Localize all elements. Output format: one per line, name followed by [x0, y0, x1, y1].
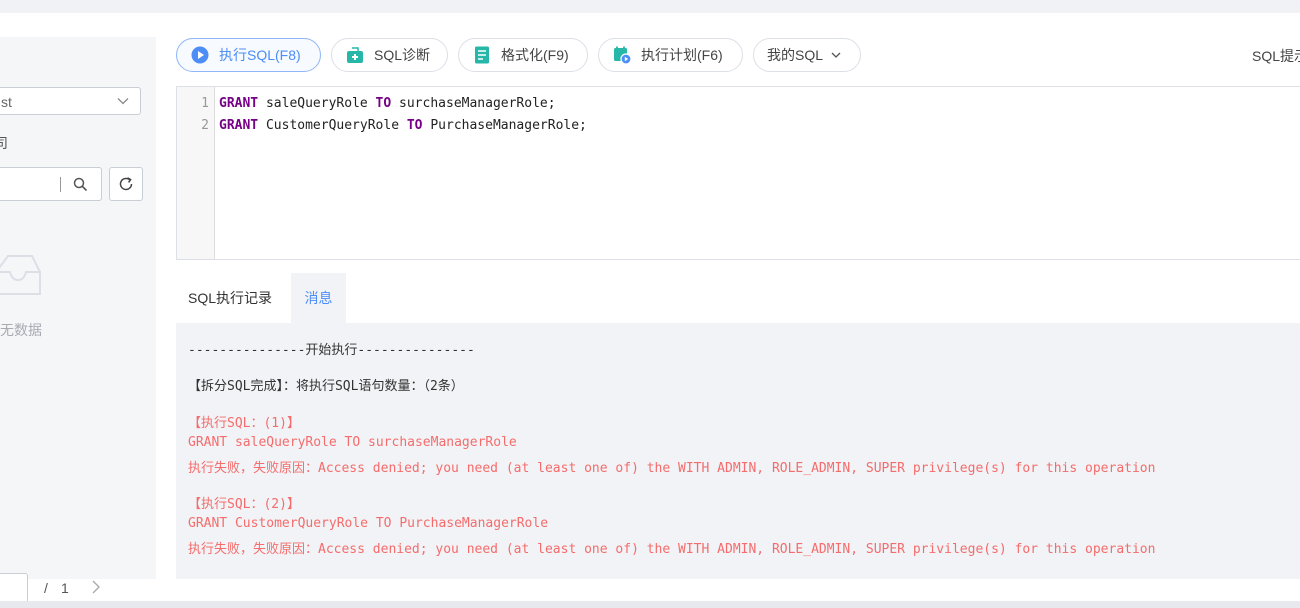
left-sidebar: st 司 无数据 / 1 — [0, 37, 156, 603]
message-sql-text: GRANT saleQueryRole TO surchaseManagerRo… — [188, 435, 517, 450]
play-circle-icon — [190, 45, 210, 65]
message-sql-header: 【执行SQL：(2)】 — [188, 497, 300, 512]
message-split-summary: 【拆分SQL完成】：将执行SQL语句数量：（2条） — [188, 379, 464, 394]
chevron-right-icon[interactable] — [90, 579, 102, 600]
line-number-gutter: 1 2 — [177, 87, 215, 259]
empty-inbox-icon — [0, 250, 44, 305]
code-line[interactable]: GRANT CustomerQueryRole TO PurchaseManag… — [219, 118, 587, 133]
run-sql-label: 执行SQL(F8) — [219, 47, 301, 63]
my-sql-label: 我的SQL — [767, 47, 824, 63]
chevron-down-icon — [116, 94, 130, 113]
medical-kit-icon — [345, 45, 365, 65]
document-icon — [472, 45, 492, 65]
run-sql-button[interactable]: 执行SQL(F8) — [176, 38, 321, 72]
refresh-icon — [119, 177, 133, 191]
sql-diagnose-button[interactable]: SQL诊断 — [331, 38, 448, 72]
format-button[interactable]: 格式化(F9) — [458, 38, 588, 72]
message-start: ---------------开始执行--------------- — [188, 343, 475, 358]
chevron-down-icon — [830, 49, 842, 61]
search-divider — [60, 177, 61, 192]
tab-sql-history[interactable]: SQL执行记录 — [176, 273, 284, 323]
message-output: ---------------开始执行--------------- 【拆分SQ… — [176, 323, 1300, 579]
format-label: 格式化(F9) — [501, 47, 569, 63]
database-select-value: st — [1, 94, 12, 110]
database-select[interactable]: st — [0, 87, 141, 115]
message-error: 执行失败，失败原因：Access denied; you need (at le… — [188, 542, 1156, 557]
code-line[interactable]: GRANT saleQueryRole TO surchaseManagerRo… — [219, 96, 556, 111]
sql-diagnose-label: SQL诊断 — [374, 47, 431, 63]
empty-state-text: 无数据 — [0, 322, 42, 338]
sql-identifier: CustomerQueryRole — [258, 118, 407, 133]
sql-keyword: GRANT — [219, 96, 259, 111]
my-sql-dropdown[interactable]: 我的SQL — [753, 38, 861, 72]
sql-keyword: TO — [406, 118, 423, 133]
sql-hint-toggle[interactable]: SQL提示 — [1252, 46, 1300, 66]
search-icon[interactable] — [73, 177, 88, 197]
tab-messages[interactable]: 消息 — [291, 273, 346, 323]
line-number: 2 — [201, 118, 209, 133]
pagination-slash: / — [44, 580, 48, 596]
refresh-button[interactable] — [109, 167, 143, 201]
calendar-play-icon — [612, 45, 632, 65]
sql-identifier: saleQueryRole — [258, 96, 376, 111]
execution-plan-label: 执行计划(F6) — [641, 47, 723, 63]
message-sql-header: 【执行SQL：(1)】 — [188, 416, 300, 431]
table-search-box[interactable] — [0, 167, 102, 201]
message-error: 执行失败，失败原因：Access denied; you need (at le… — [188, 461, 1156, 476]
pagination-total: 1 — [61, 580, 69, 596]
sql-editor[interactable]: 1 2 GRANT saleQueryRole TO surchaseManag… — [176, 86, 1300, 260]
execution-plan-button[interactable]: 执行计划(F6) — [598, 38, 743, 72]
line-number: 1 — [201, 96, 209, 111]
table-search-input[interactable] — [0, 175, 59, 192]
sql-identifier: PurchaseManagerRole; — [422, 118, 587, 133]
page-number-input[interactable] — [0, 573, 28, 603]
bottom-strip — [0, 601, 1300, 608]
sql-identifier: surchaseManagerRole; — [391, 96, 556, 111]
sql-keyword: TO — [375, 96, 392, 111]
sql-keyword: GRANT — [219, 118, 259, 133]
sidebar-label: 司 — [0, 135, 8, 151]
message-sql-text: GRANT CustomerQueryRole TO PurchaseManag… — [188, 516, 549, 531]
